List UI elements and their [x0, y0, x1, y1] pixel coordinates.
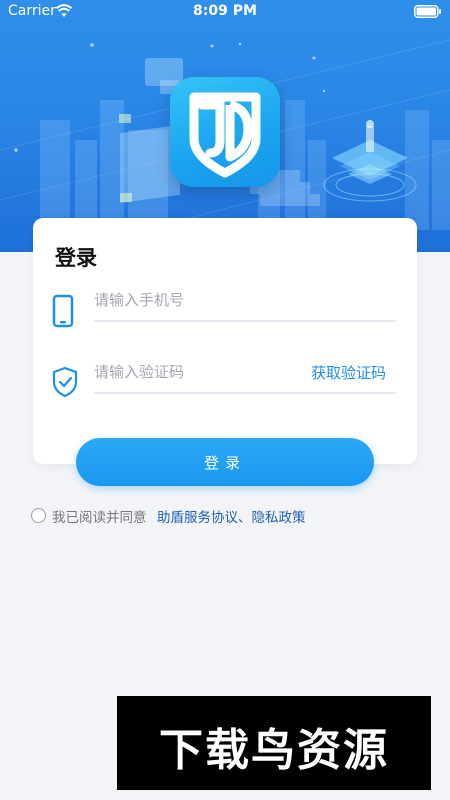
status-bar: Carrier 8:09 PM	[0, 0, 450, 24]
login-card: 登录 获取验证码	[33, 218, 417, 464]
get-code-button[interactable]: 获取验证码	[311, 362, 386, 383]
login-title: 登录	[55, 246, 97, 270]
phone-field-row	[94, 282, 396, 322]
phone-icon	[52, 294, 74, 328]
phone-input[interactable]	[94, 282, 396, 318]
verification-code-input[interactable]	[94, 354, 294, 390]
shield-check-icon	[52, 366, 78, 398]
agree-radio-icon[interactable]	[31, 508, 46, 523]
code-field-row: 获取验证码	[94, 354, 396, 394]
agreement-text: 我已阅读并同意	[52, 510, 147, 526]
watermark: 下载鸟资源	[117, 696, 431, 790]
login-button[interactable]: 登录	[76, 438, 374, 486]
watermark-text: 下载鸟资源	[159, 725, 389, 776]
agreement-link[interactable]: 助盾服务协议、隐私政策	[157, 506, 306, 526]
clock: 8:09 PM	[193, 3, 257, 19]
app-logo-icon	[170, 77, 280, 187]
battery-icon	[414, 5, 441, 18]
